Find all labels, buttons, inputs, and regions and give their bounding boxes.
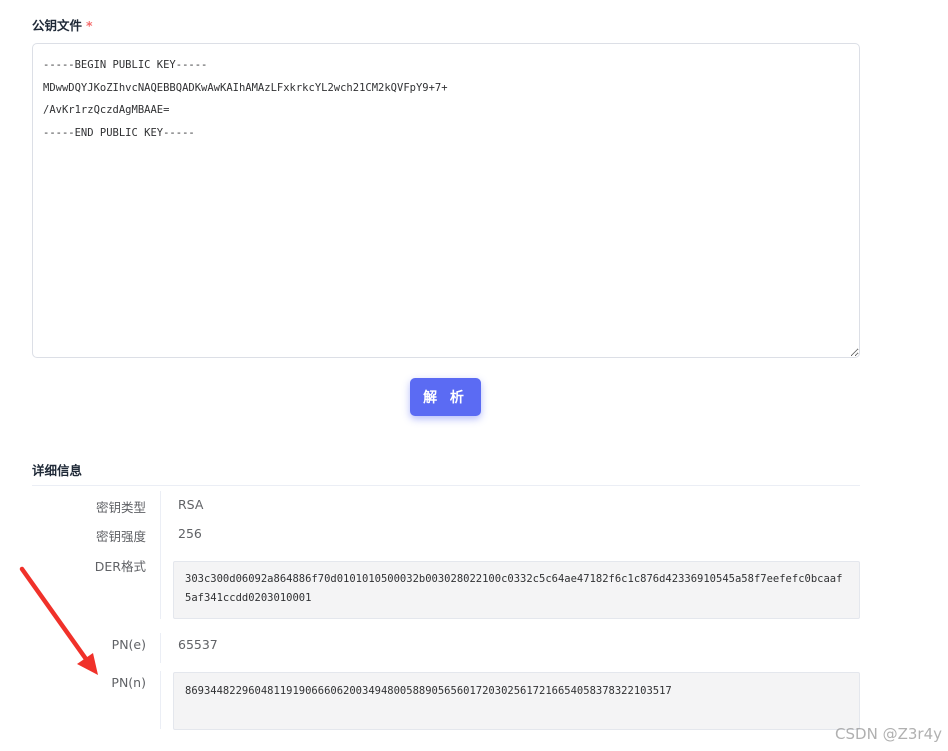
watermark: CSDN @Z3r4y <box>835 725 942 743</box>
annotation-arrow-icon <box>19 566 98 675</box>
